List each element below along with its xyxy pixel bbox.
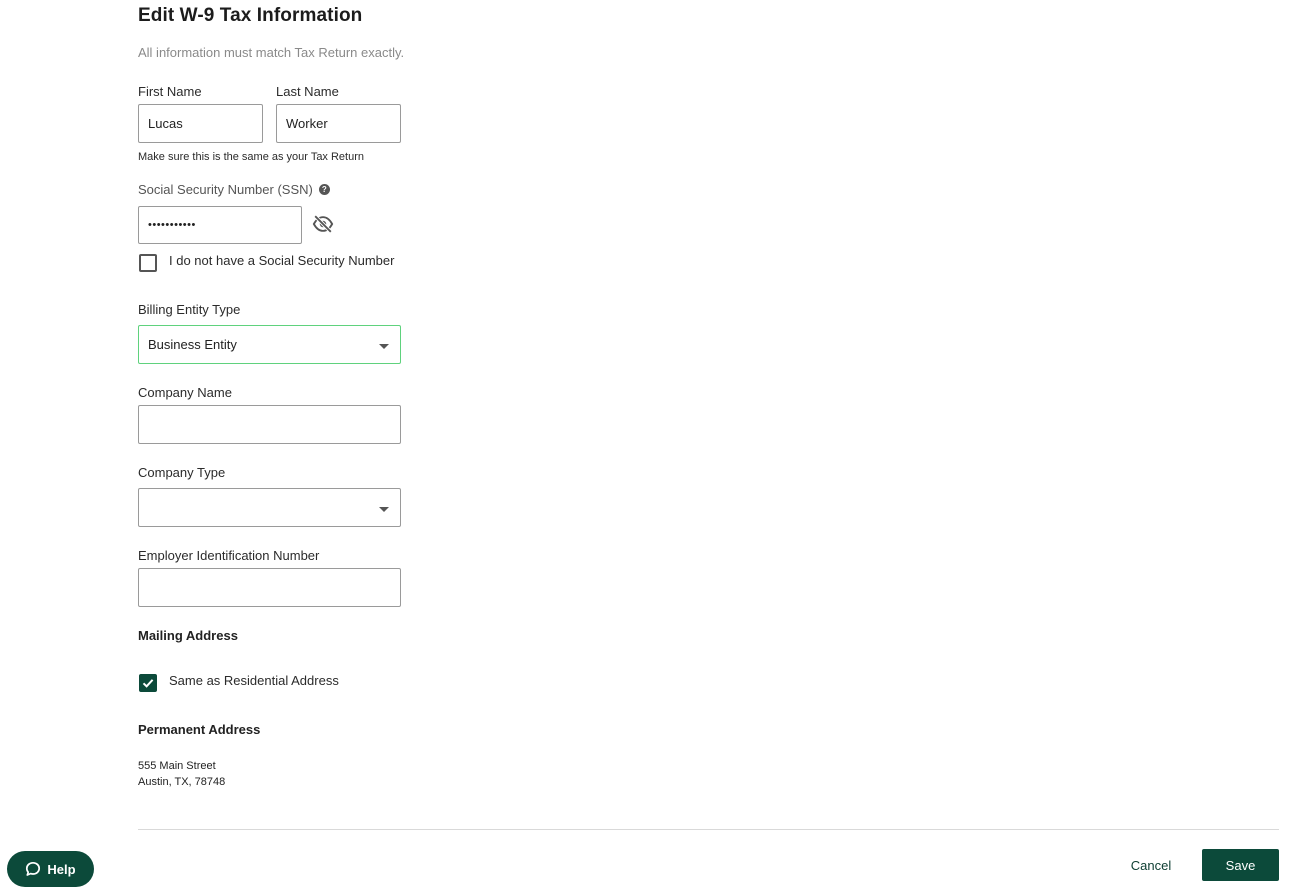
page-subtitle: All information must match Tax Return ex… [138, 45, 405, 60]
help-button[interactable]: Help [7, 851, 94, 887]
save-button[interactable]: Save [1202, 849, 1279, 881]
same-as-residential-checkbox[interactable] [139, 674, 157, 692]
chat-bubble-icon [26, 861, 41, 876]
name-hint: Make sure this is the same as your Tax R… [138, 151, 365, 163]
ssn-label-row: Social Security Number (SSN) ? [138, 182, 330, 197]
no-ssn-checkbox[interactable] [139, 254, 157, 272]
billing-entity-value: Business Entity [148, 337, 237, 352]
company-name-label: Company Name [138, 385, 232, 400]
address-line-2: Austin, TX, 78748 [138, 776, 226, 788]
company-name-input[interactable] [138, 405, 401, 444]
last-name-label: Last Name [276, 84, 339, 99]
last-name-value: Worker [286, 116, 328, 131]
ein-input[interactable] [138, 568, 401, 607]
first-name-label: First Name [138, 84, 202, 99]
same-as-residential-label: Same as Residential Address [169, 673, 339, 688]
first-name-input[interactable]: Lucas [138, 104, 263, 143]
mailing-address-heading: Mailing Address [138, 628, 238, 643]
page-title: Edit W-9 Tax Information [138, 5, 363, 26]
first-name-value: Lucas [148, 116, 183, 131]
chevron-down-icon [379, 343, 389, 349]
billing-entity-select[interactable]: Business Entity [138, 325, 401, 364]
permanent-address: 555 Main Street Austin, TX, 78748 [138, 758, 225, 790]
billing-entity-label: Billing Entity Type [138, 302, 241, 317]
help-label: Help [47, 861, 76, 877]
company-type-select[interactable] [138, 488, 401, 527]
cancel-button[interactable]: Cancel [1116, 850, 1186, 880]
ein-label: Employer Identification Number [138, 548, 320, 563]
ssn-input[interactable]: ••••••••••• [138, 206, 302, 244]
address-line-1: 555 Main Street [138, 760, 216, 772]
footer-divider [138, 829, 1279, 830]
last-name-input[interactable]: Worker [276, 104, 401, 143]
company-type-label: Company Type [138, 465, 226, 480]
chevron-down-icon [379, 506, 389, 512]
eye-off-icon[interactable] [312, 213, 334, 235]
check-icon [142, 679, 154, 688]
question-icon[interactable]: ? [318, 184, 330, 195]
permanent-address-heading: Permanent Address [138, 722, 261, 737]
ssn-value: ••••••••••• [148, 219, 196, 231]
no-ssn-label: I do not have a Social Security Number [169, 253, 395, 268]
ssn-label: Social Security Number (SSN) [138, 182, 313, 197]
